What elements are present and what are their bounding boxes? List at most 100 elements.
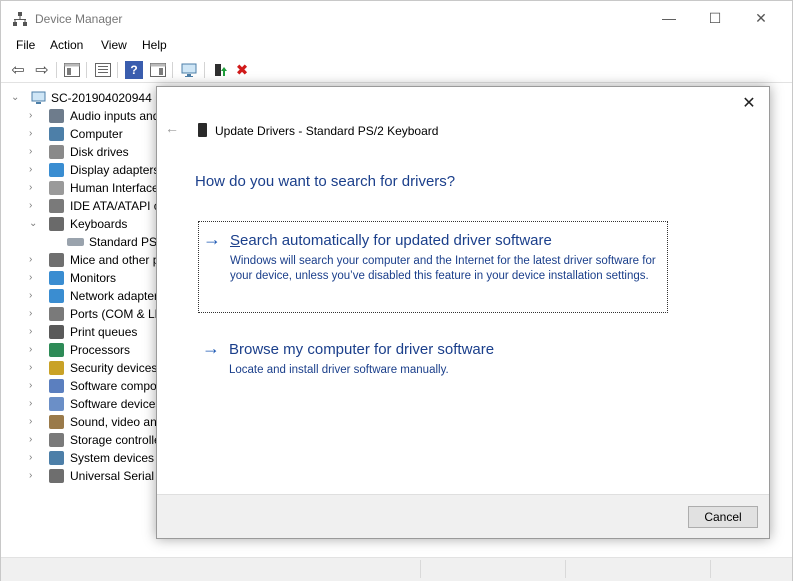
chevron-right-icon[interactable]: ›: [29, 399, 39, 409]
tree-item-label: Security devices: [70, 361, 158, 375]
browse-computer-description: Locate and install driver software manua…: [229, 364, 449, 376]
help-icon[interactable]: ?: [125, 61, 143, 79]
back-arrow-icon[interactable]: ⇦: [9, 61, 27, 79]
port-icon: [49, 307, 64, 321]
status-cell: [566, 560, 711, 578]
menu-help[interactable]: Help: [142, 38, 167, 52]
chevron-right-icon[interactable]: ›: [29, 183, 39, 193]
chevron-right-icon[interactable]: ›: [29, 273, 39, 283]
update-driver-icon[interactable]: [211, 61, 229, 79]
chevron-right-icon[interactable]: ›: [29, 291, 39, 301]
tree-item-label: Audio inputs and: [70, 109, 160, 123]
disk-drive-icon: [49, 145, 64, 159]
search-automatically-description: Windows will search your computer and th…: [230, 255, 656, 282]
human-interface-icon: [49, 181, 64, 195]
window-title: Device Manager: [35, 12, 123, 26]
status-cell: [1, 560, 421, 578]
cancel-button[interactable]: Cancel: [688, 506, 758, 528]
chevron-right-icon[interactable]: ›: [29, 417, 39, 427]
browse-computer-option[interactable]: → Browse my computer for driver software…: [198, 331, 668, 381]
keyboard-icon: [49, 217, 64, 231]
computer-icon: [31, 91, 46, 104]
menu-view[interactable]: View: [101, 38, 127, 52]
chevron-down-icon[interactable]: ⌄: [11, 93, 21, 103]
chevron-right-icon[interactable]: ›: [29, 453, 39, 463]
device-manager-icon: [13, 12, 27, 26]
sound-icon: [49, 415, 64, 429]
search-automatically-title[interactable]: Search automatically for updated driver …: [230, 232, 552, 249]
tree-root-label: SC-201904020944: [51, 91, 152, 105]
browse-computer-title[interactable]: Browse my computer for driver software: [229, 341, 494, 358]
arrow-right-icon: →: [202, 338, 220, 358]
toolbar-separator: [56, 62, 57, 78]
tree-item-label: Software compo: [70, 379, 157, 393]
toolbar-separator: [204, 62, 205, 78]
menu-action[interactable]: Action: [50, 38, 83, 52]
printer-icon: [49, 325, 64, 339]
dialog-footer: Cancel: [157, 494, 769, 538]
dialog-question: How do you want to search for drivers?: [195, 173, 456, 190]
status-bar: [1, 557, 792, 581]
mouse-icon: [49, 253, 64, 267]
properties-icon[interactable]: [94, 61, 112, 79]
tree-item-label: Disk drives: [70, 145, 129, 159]
tree-item-label: Sound, video and: [70, 415, 161, 429]
ide-controller-icon: [49, 199, 64, 213]
software-component-icon: [49, 379, 64, 393]
monitor-icon: [49, 271, 64, 285]
uninstall-device-icon[interactable]: ✖: [233, 61, 251, 79]
toolbar-separator: [117, 62, 118, 78]
chevron-right-icon[interactable]: ›: [29, 147, 39, 157]
title-bar: Device Manager — ☐ ✕: [1, 1, 792, 35]
dialog-back-arrow-icon[interactable]: ←: [165, 120, 179, 136]
tree-item-label: Processors: [70, 343, 131, 357]
tree-item-label: Display adapters: [70, 163, 160, 177]
tree-item-label: Network adapter: [70, 289, 159, 303]
toolbar-separator: [172, 62, 173, 78]
display-adapter-icon: [49, 163, 64, 177]
chevron-right-icon[interactable]: ›: [29, 345, 39, 355]
chevron-right-icon[interactable]: ›: [29, 309, 39, 319]
chevron-right-icon[interactable]: ›: [29, 165, 39, 175]
usb-icon: [49, 469, 64, 483]
show-hide-console-tree-icon[interactable]: [63, 61, 81, 79]
chevron-right-icon[interactable]: ›: [29, 255, 39, 265]
tree-item-label: Print queues: [70, 325, 138, 339]
close-button[interactable]: ✕: [738, 1, 784, 35]
chevron-right-icon[interactable]: ›: [29, 111, 39, 121]
tree-item-label: Keyboards: [70, 217, 128, 231]
maximize-button[interactable]: ☐: [692, 1, 738, 35]
search-automatically-option[interactable]: → Search automatically for updated drive…: [198, 221, 668, 313]
computer-icon: [49, 127, 64, 141]
processor-icon: [49, 343, 64, 357]
tree-item-label: Human Interface: [70, 181, 159, 195]
monitor-icon[interactable]: [180, 61, 198, 79]
chevron-right-icon[interactable]: ›: [29, 435, 39, 445]
dialog-close-button[interactable]: ✕: [737, 91, 761, 115]
arrow-right-icon: →: [203, 229, 221, 249]
tree-item-label: Universal Serial B: [70, 469, 161, 483]
chevron-right-icon[interactable]: ›: [29, 129, 39, 139]
chevron-right-icon[interactable]: ›: [29, 381, 39, 391]
menu-file[interactable]: File: [16, 38, 35, 52]
tree-item-label: Ports (COM & LP: [70, 307, 161, 321]
keyboard-device-icon: [198, 123, 207, 137]
keyboard-device-icon: [67, 238, 84, 246]
tree-item-label: IDE ATA/ATAPI c: [70, 199, 160, 213]
tree-item-label: Computer: [70, 127, 123, 141]
chevron-right-icon[interactable]: ›: [29, 327, 39, 337]
chevron-down-icon[interactable]: ⌄: [29, 219, 39, 229]
toolbar: ⇦ ⇨ ? ✖: [1, 58, 792, 83]
storage-controller-icon: [49, 433, 64, 447]
forward-arrow-icon[interactable]: ⇨: [33, 61, 51, 79]
tree-item-label: Mice and other p: [70, 253, 160, 267]
dialog-header: Update Drivers - Standard PS/2 Keyboard: [215, 124, 439, 138]
audio-icon: [49, 109, 64, 123]
chevron-right-icon[interactable]: ›: [29, 471, 39, 481]
chevron-right-icon[interactable]: ›: [29, 363, 39, 373]
minimize-button[interactable]: —: [646, 1, 692, 35]
chevron-right-icon[interactable]: ›: [29, 201, 39, 211]
security-device-icon: [49, 361, 64, 375]
action-pane-icon[interactable]: [149, 61, 167, 79]
device-tree: ⌄ SC-201904020944 › Audio inputs and › Comp…: [1, 87, 161, 547]
